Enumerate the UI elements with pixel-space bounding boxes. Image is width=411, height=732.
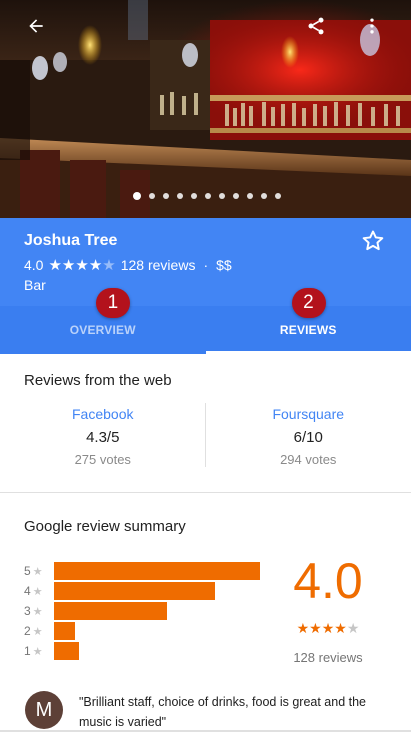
review-snippet[interactable]: "Brilliant staff, choice of drinks, food… xyxy=(79,692,389,732)
star-icon: ★ xyxy=(32,566,43,578)
star-filled-icon: ★ xyxy=(296,620,310,636)
rating-bar-label: 5 ★ xyxy=(24,564,43,578)
web-source-facebook[interactable]: Facebook 4.3/5 275 votes xyxy=(0,400,206,470)
bar-interior-image xyxy=(0,0,411,218)
place-header: Joshua Tree 4.0 ★★★★★ 128 reviews · $$ B… xyxy=(0,218,411,306)
tab-bar: 1 OVERVIEW 2 REVIEWS xyxy=(0,288,411,354)
web-reviews-title: Reviews from the web xyxy=(24,372,172,389)
star-filled-icon: ★ xyxy=(334,620,347,636)
google-summary-title: Google review summary xyxy=(24,518,186,535)
summary-stars: ★★★★★ xyxy=(283,620,373,637)
column-divider xyxy=(205,403,206,467)
more-options-button[interactable] xyxy=(356,12,388,40)
star-empty-icon: ★ xyxy=(102,257,116,274)
photo-pager-dots[interactable] xyxy=(0,192,411,200)
star-icon: ★ xyxy=(32,606,43,618)
rating-bar xyxy=(54,602,167,620)
rating-bar-row: 4 ★ xyxy=(24,581,260,601)
rating-bar-label: 3 ★ xyxy=(24,604,43,618)
photo-dot[interactable] xyxy=(233,193,239,199)
star-filled-icon: ★ xyxy=(75,257,89,274)
arrow-back-icon xyxy=(29,19,43,33)
more-vert-icon xyxy=(370,18,374,34)
photo-dot[interactable] xyxy=(191,193,197,199)
star-icon: ★ xyxy=(32,586,43,598)
star-filled-icon: ★ xyxy=(88,257,103,274)
separator-dot: · xyxy=(203,257,209,273)
web-source-name[interactable]: Foursquare xyxy=(206,406,411,422)
rating-bar xyxy=(54,622,75,640)
photo-dot[interactable] xyxy=(177,193,183,199)
web-source-votes: 294 votes xyxy=(280,452,337,467)
hero-photo[interactable] xyxy=(0,0,411,218)
star-empty-icon: ★ xyxy=(346,620,360,636)
rating-bar-row: 2 ★ xyxy=(24,621,260,641)
summary-score: 4.0 xyxy=(293,553,363,609)
rating-distribution: 5 ★ 4 ★ 3 ★ 2 ★ 1 ★ xyxy=(24,561,260,661)
rating-bar-row: 5 ★ xyxy=(24,561,260,581)
photo-dot[interactable] xyxy=(133,192,141,200)
photo-dot[interactable] xyxy=(163,193,169,199)
web-source-votes: 275 votes xyxy=(74,452,131,467)
photo-dot[interactable] xyxy=(205,193,211,199)
photo-dot[interactable] xyxy=(149,193,155,199)
rating-row: 4.0 ★★★★★ 128 reviews · $$ xyxy=(24,256,232,274)
review-count[interactable]: 128 reviews xyxy=(121,257,196,273)
rating-bar xyxy=(54,562,260,580)
rating-bar-row: 3 ★ xyxy=(24,601,260,621)
star-icon: ★ xyxy=(32,646,43,658)
tab-reviews-label: REVIEWS xyxy=(279,323,337,337)
web-source-name[interactable]: Facebook xyxy=(0,406,206,422)
photo-dot[interactable] xyxy=(219,193,225,199)
star-filled-icon: ★ xyxy=(309,620,322,636)
star-filled-icon: ★ xyxy=(48,257,62,274)
web-source-score: 4.3/5 xyxy=(86,429,120,446)
share-icon xyxy=(308,17,324,35)
web-source-foursquare[interactable]: Foursquare 6/10 294 votes xyxy=(206,400,411,470)
rating-bar-label: 1 ★ xyxy=(24,644,43,658)
annotation-badge-2: 2 xyxy=(291,288,326,318)
place-category: Bar xyxy=(24,277,46,293)
place-name: Joshua Tree xyxy=(24,232,118,249)
rating-bar-label: 4 ★ xyxy=(24,584,43,598)
summary-review-count[interactable]: 128 reviews xyxy=(283,650,373,665)
save-button[interactable] xyxy=(360,228,386,254)
rating-bar xyxy=(54,642,79,660)
share-button[interactable] xyxy=(300,12,332,40)
star-outline-icon xyxy=(362,230,384,251)
price-level: $$ xyxy=(216,257,232,273)
rating-bar-label: 2 ★ xyxy=(24,624,43,638)
star-filled-icon: ★ xyxy=(321,620,335,636)
reviewer-avatar: M xyxy=(25,691,63,729)
back-button[interactable] xyxy=(20,12,52,40)
tab-reviews[interactable]: 2 REVIEWS xyxy=(205,288,411,354)
photo-dot[interactable] xyxy=(275,193,281,199)
tab-overview[interactable]: 1 OVERVIEW xyxy=(0,288,206,354)
rating-stars: ★★★★★ xyxy=(48,256,115,274)
rating-value: 4.0 xyxy=(24,257,44,273)
rating-bar-row: 1 ★ xyxy=(24,641,260,661)
web-source-score: 6/10 xyxy=(293,429,323,446)
photo-dot[interactable] xyxy=(247,193,253,199)
photo-dot[interactable] xyxy=(261,193,267,199)
annotation-badge-1: 1 xyxy=(96,288,130,318)
star-icon: ★ xyxy=(32,626,43,638)
section-divider xyxy=(0,492,411,493)
star-filled-icon: ★ xyxy=(61,257,76,274)
rating-bar xyxy=(54,582,215,600)
tab-overview-label: OVERVIEW xyxy=(69,323,136,337)
